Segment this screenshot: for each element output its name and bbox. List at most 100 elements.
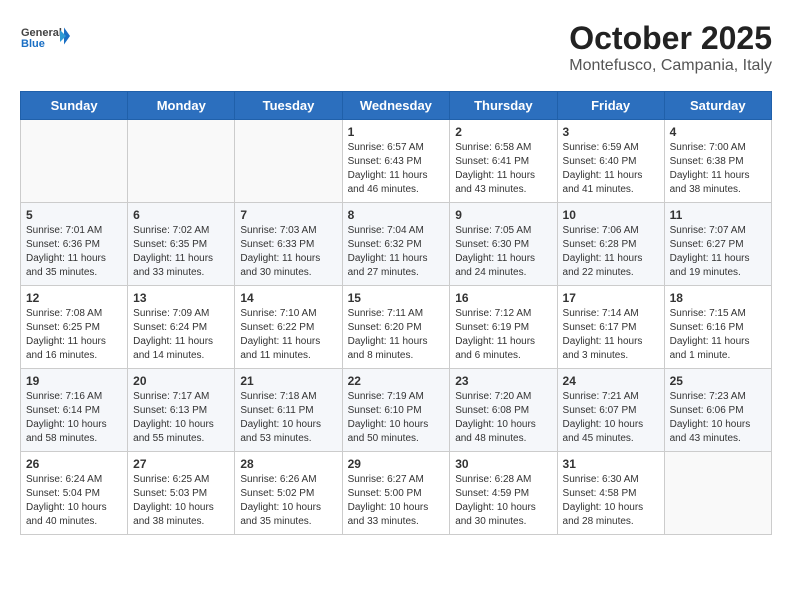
day-info: Sunrise: 7:04 AMSunset: 6:32 PMDaylight:… xyxy=(348,224,445,280)
day-info: Sunrise: 7:07 AMSunset: 6:27 PMDaylight:… xyxy=(670,224,766,280)
table-row: 12Sunrise: 7:08 AMSunset: 6:25 PMDayligh… xyxy=(21,286,128,369)
col-wednesday: Wednesday xyxy=(342,92,450,120)
day-info: Sunrise: 7:01 AMSunset: 6:36 PMDaylight:… xyxy=(26,224,122,280)
day-info: Sunrise: 7:10 AMSunset: 6:22 PMDaylight:… xyxy=(240,307,336,363)
day-number: 25 xyxy=(670,374,766,388)
table-row: 22 Sunrise: 7:19 AMSunset: 6:10 PMDayligh… xyxy=(342,369,450,452)
day-number: 29 xyxy=(348,457,445,471)
day-info: Sunrise: 7:23 AMSunset: 6:06 PMDaylight:… xyxy=(670,390,766,446)
table-row: 6 Sunrise: 7:02 AMSunset: 6:35 PMDaylight… xyxy=(128,203,235,286)
table-row: 27Sunrise: 6:25 AMSunset: 5:03 PMDayligh… xyxy=(128,452,235,535)
page-title: October 2025 xyxy=(569,20,772,57)
day-number: 30 xyxy=(455,457,551,471)
header: General Blue October 2025 Montefusco, Ca… xyxy=(20,20,772,75)
day-number: 22 xyxy=(348,374,445,388)
day-number: 5 xyxy=(26,208,122,222)
day-number: 20 xyxy=(133,374,229,388)
day-number: 8 xyxy=(348,208,445,222)
table-row: 21 Sunrise: 7:18 AMSunset: 6:11 PMDayligh… xyxy=(235,369,342,452)
table-row: 5 Sunrise: 7:01 AMSunset: 6:36 PMDaylight… xyxy=(21,203,128,286)
day-info: Sunrise: 7:15 AMSunset: 6:16 PMDaylight:… xyxy=(670,307,766,363)
day-number: 9 xyxy=(455,208,551,222)
day-info: Sunrise: 7:18 AMSunset: 6:11 PMDaylight:… xyxy=(240,390,336,446)
day-number: 18 xyxy=(670,291,766,305)
day-number: 2 xyxy=(455,125,551,139)
day-number: 26 xyxy=(26,457,122,471)
col-sunday: Sunday xyxy=(21,92,128,120)
day-info: Sunrise: 7:08 AMSunset: 6:25 PMDaylight:… xyxy=(26,307,122,363)
calendar-table: Sunday Monday Tuesday Wednesday Thursday… xyxy=(20,91,772,535)
table-row: 3 Sunrise: 6:59 AMSunset: 6:40 PMDaylight… xyxy=(557,120,664,203)
col-tuesday: Tuesday xyxy=(235,92,342,120)
day-info: Sunrise: 7:21 AMSunset: 6:07 PMDaylight:… xyxy=(563,390,659,446)
day-number: 19 xyxy=(26,374,122,388)
table-row: 23Sunrise: 7:20 AMSunset: 6:08 PMDayligh… xyxy=(450,369,557,452)
calendar-week-row: 26 Sunrise: 6:24 AMSunset: 5:04 PMDayligh… xyxy=(21,452,772,535)
day-number: 24 xyxy=(563,374,659,388)
day-number: 7 xyxy=(240,208,336,222)
day-number: 21 xyxy=(240,374,336,388)
day-number: 10 xyxy=(563,208,659,222)
day-info: Sunrise: 7:05 AMSunset: 6:30 PMDaylight:… xyxy=(455,224,551,280)
col-friday: Friday xyxy=(557,92,664,120)
table-row: 7Sunrise: 7:03 AMSunset: 6:33 PMDaylight… xyxy=(235,203,342,286)
table-row: 18 Sunrise: 7:15 AMSunset: 6:16 PMDayligh… xyxy=(664,286,771,369)
day-info: Sunrise: 6:58 AMSunset: 6:41 PMDaylight:… xyxy=(455,141,551,197)
table-row: 25 Sunrise: 7:23 AMSunset: 6:06 PMDayligh… xyxy=(664,369,771,452)
table-row: 13Sunrise: 7:09 AMSunset: 6:24 PMDayligh… xyxy=(128,286,235,369)
table-row: 9 Sunrise: 7:05 AMSunset: 6:30 PMDaylight… xyxy=(450,203,557,286)
day-info: Sunrise: 7:14 AMSunset: 6:17 PMDaylight:… xyxy=(563,307,659,363)
table-row: 26 Sunrise: 6:24 AMSunset: 5:04 PMDayligh… xyxy=(21,452,128,535)
title-area: October 2025 Montefusco, Campania, Italy xyxy=(569,20,772,75)
day-number: 11 xyxy=(670,208,766,222)
table-row xyxy=(21,120,128,203)
day-number: 4 xyxy=(670,125,766,139)
day-info: Sunrise: 6:30 AMSunset: 4:58 PMDaylight:… xyxy=(563,473,659,529)
svg-text:Blue: Blue xyxy=(21,38,45,50)
day-info: Sunrise: 6:57 AMSunset: 6:43 PMDaylight:… xyxy=(348,141,445,197)
day-info: Sunrise: 7:11 AMSunset: 6:20 PMDaylight:… xyxy=(348,307,445,363)
table-row: 10 Sunrise: 7:06 AMSunset: 6:28 PMDayligh… xyxy=(557,203,664,286)
table-row: 11 Sunrise: 7:07 AMSunset: 6:27 PMDayligh… xyxy=(664,203,771,286)
table-row: 20Sunrise: 7:17 AMSunset: 6:13 PMDayligh… xyxy=(128,369,235,452)
day-info: Sunrise: 7:12 AMSunset: 6:19 PMDaylight:… xyxy=(455,307,551,363)
day-number: 13 xyxy=(133,291,229,305)
day-info: Sunrise: 7:19 AMSunset: 6:10 PMDaylight:… xyxy=(348,390,445,446)
day-number: 17 xyxy=(563,291,659,305)
col-thursday: Thursday xyxy=(450,92,557,120)
day-info: Sunrise: 6:25 AMSunset: 5:03 PMDaylight:… xyxy=(133,473,229,529)
day-number: 1 xyxy=(348,125,445,139)
calendar-week-row: 1 Sunrise: 6:57 AMSunset: 6:43 PMDaylight… xyxy=(21,120,772,203)
table-row: 24 Sunrise: 7:21 AMSunset: 6:07 PMDayligh… xyxy=(557,369,664,452)
day-number: 16 xyxy=(455,291,551,305)
day-info: Sunrise: 7:00 AMSunset: 6:38 PMDaylight:… xyxy=(670,141,766,197)
table-row: 16 Sunrise: 7:12 AMSunset: 6:19 PMDayligh… xyxy=(450,286,557,369)
table-row: 1 Sunrise: 6:57 AMSunset: 6:43 PMDaylight… xyxy=(342,120,450,203)
col-saturday: Saturday xyxy=(664,92,771,120)
day-info: Sunrise: 7:06 AMSunset: 6:28 PMDaylight:… xyxy=(563,224,659,280)
day-number: 15 xyxy=(348,291,445,305)
day-info: Sunrise: 7:02 AMSunset: 6:35 PMDaylight:… xyxy=(133,224,229,280)
table-row: 31Sunrise: 6:30 AMSunset: 4:58 PMDayligh… xyxy=(557,452,664,535)
calendar-week-row: 5 Sunrise: 7:01 AMSunset: 6:36 PMDaylight… xyxy=(21,203,772,286)
svg-text:General: General xyxy=(21,27,62,39)
table-row: 8 Sunrise: 7:04 AMSunset: 6:32 PMDaylight… xyxy=(342,203,450,286)
day-info: Sunrise: 6:24 AMSunset: 5:04 PMDaylight:… xyxy=(26,473,122,529)
day-number: 3 xyxy=(563,125,659,139)
table-row: 4 Sunrise: 7:00 AMSunset: 6:38 PMDaylight… xyxy=(664,120,771,203)
table-row: 15 Sunrise: 7:11 AMSunset: 6:20 PMDayligh… xyxy=(342,286,450,369)
col-monday: Monday xyxy=(128,92,235,120)
day-number: 6 xyxy=(133,208,229,222)
table-row xyxy=(128,120,235,203)
table-row xyxy=(664,452,771,535)
calendar-week-row: 19 Sunrise: 7:16 AMSunset: 6:14 PMDayligh… xyxy=(21,369,772,452)
day-info: Sunrise: 7:20 AMSunset: 6:08 PMDaylight:… xyxy=(455,390,551,446)
day-number: 28 xyxy=(240,457,336,471)
table-row: 2 Sunrise: 6:58 AMSunset: 6:41 PMDaylight… xyxy=(450,120,557,203)
day-info: Sunrise: 6:26 AMSunset: 5:02 PMDaylight:… xyxy=(240,473,336,529)
table-row: 14Sunrise: 7:10 AMSunset: 6:22 PMDayligh… xyxy=(235,286,342,369)
table-row: 28 Sunrise: 6:26 AMSunset: 5:02 PMDayligh… xyxy=(235,452,342,535)
table-row: 17 Sunrise: 7:14 AMSunset: 6:17 PMDayligh… xyxy=(557,286,664,369)
day-info: Sunrise: 6:59 AMSunset: 6:40 PMDaylight:… xyxy=(563,141,659,197)
day-info: Sunrise: 7:16 AMSunset: 6:14 PMDaylight:… xyxy=(26,390,122,446)
